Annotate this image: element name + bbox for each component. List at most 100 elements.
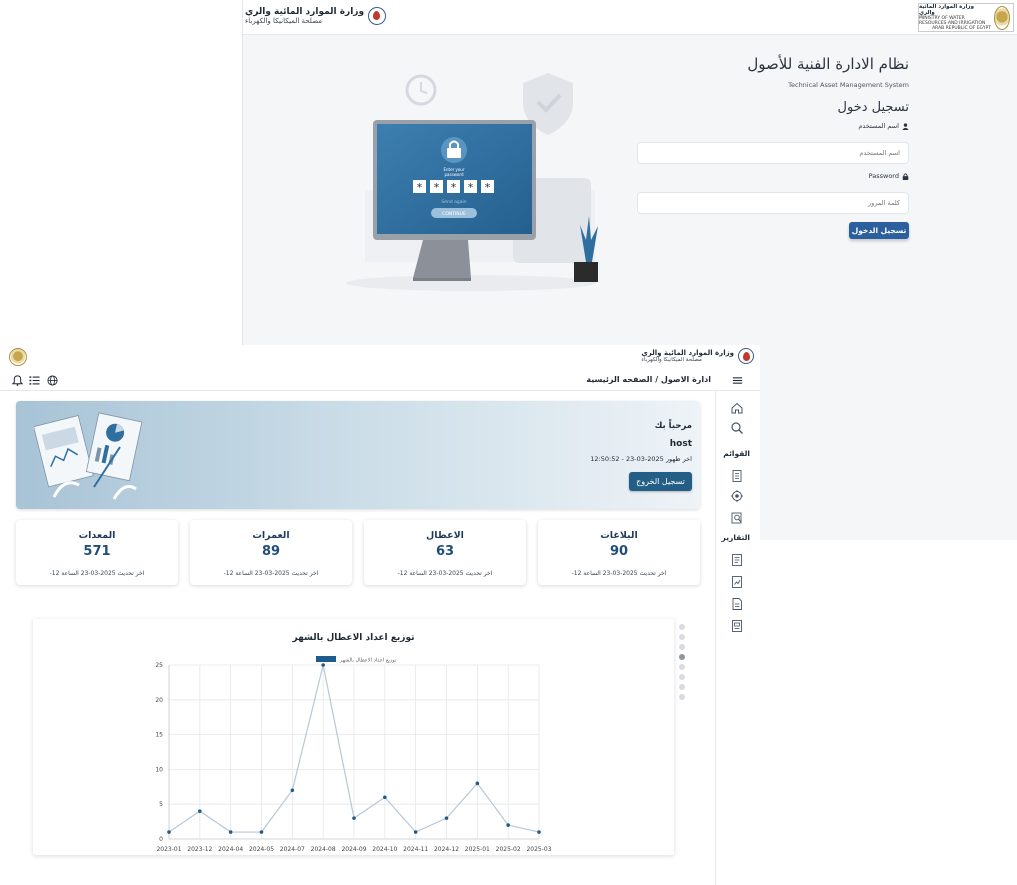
- x-tick-label: 2024-04: [218, 846, 243, 853]
- stat-value: 571: [83, 544, 111, 559]
- sidebar-item-report-1[interactable]: [730, 553, 744, 567]
- data-point: [352, 816, 356, 820]
- menu-toggle-button[interactable]: [730, 373, 744, 387]
- sidebar-item-maintenance[interactable]: [730, 489, 744, 503]
- data-point: [198, 809, 202, 813]
- stat-card-equipment[interactable]: المعدات 571 اخر تحديث 2025-03-23 الساعة …: [16, 520, 178, 585]
- y-tick-label: 5: [159, 801, 163, 808]
- x-tick-label: 2023-12: [187, 846, 212, 853]
- sidebar-item-assets[interactable]: [730, 469, 744, 483]
- data-point: [290, 788, 295, 793]
- y-tick-label: 0: [159, 836, 163, 843]
- faults-chart-card: توزيع اعداد الاعطال بالشهر 0 5 10 15 20 25 202…: [33, 619, 674, 855]
- legend-label: توزيع اعداد الاعطال بالشهر: [339, 658, 397, 664]
- x-tick-label: 2024-12: [434, 846, 459, 853]
- search-icon[interactable]: [730, 421, 744, 435]
- sidebar-item-report-2[interactable]: [730, 575, 744, 589]
- svg-text:password: password: [445, 172, 464, 177]
- masked-char: *: [434, 181, 440, 194]
- stat-title: الاعطال: [426, 530, 464, 541]
- data-point: [475, 781, 480, 786]
- welcome-title: مرحباً بك: [654, 421, 692, 431]
- sidebar-item-report-3[interactable]: [730, 597, 744, 611]
- pager-dot[interactable]: [679, 654, 685, 660]
- x-tick-label: 2025-01: [465, 846, 490, 853]
- pager-dot[interactable]: [679, 634, 685, 640]
- x-tick-label: 2024-11: [403, 846, 428, 853]
- carousel-pager: [679, 624, 685, 704]
- password-input[interactable]: [637, 192, 909, 214]
- login-header: وزارة الموارد المائية والري مصلحة الميكا…: [243, 0, 1017, 35]
- stat-updated: اخر تحديث 2025-03-23 الساعة 12-: [571, 570, 667, 577]
- svg-text:CONTINUE: CONTINUE: [442, 211, 466, 217]
- pager-dot[interactable]: [679, 684, 685, 690]
- data-point: [537, 830, 541, 834]
- sidebar-item-report-4[interactable]: [730, 619, 744, 633]
- org-emblem-icon: [368, 7, 387, 25]
- home-icon[interactable]: [730, 401, 744, 415]
- stat-updated: اخر تحديث 2025-03-23 الساعة 12-: [397, 570, 493, 577]
- x-tick-label: 2024-05: [249, 846, 274, 853]
- sidebar: القوائم التقارير: [715, 391, 760, 885]
- sidebar-item-inspection[interactable]: [730, 511, 744, 525]
- data-point: [444, 816, 449, 820]
- username-label: اسم المستخدم: [858, 122, 909, 130]
- plant-pot: [574, 262, 598, 282]
- stat-card-reports[interactable]: البلاغات 90 اخر تحديث 2025-03-23 الساعة …: [538, 520, 700, 585]
- stat-title: البلاغات: [600, 530, 638, 541]
- faults-line-chart: 0 5 10 15 20 25 2023-01 2023-12 2024-04 2024-05 20…: [155, 656, 552, 853]
- org-emblem-icon: [738, 348, 754, 364]
- data-point: [228, 830, 233, 834]
- pager-dot[interactable]: [679, 624, 685, 630]
- pager-dot[interactable]: [679, 644, 685, 650]
- login-heading: تسجيل دخول: [837, 100, 910, 115]
- svg-text:Send again: Send again: [441, 199, 466, 205]
- legend-swatch: [316, 656, 336, 662]
- sidebar-heading-reports: التقارير: [721, 533, 750, 542]
- stat-card-faults[interactable]: الاعطال 63 اخر تحديث 2025-03-23 الساعة 1…: [364, 520, 526, 585]
- org-logo: وزارة الموارد المائية والري مصلحة الميكا…: [245, 7, 387, 25]
- org-logo: وزارة الموارد المائية والري مصلحة الميكا…: [641, 348, 754, 364]
- data-point: [259, 830, 264, 834]
- list-icon: [28, 375, 40, 385]
- y-tick-label: 10: [155, 766, 163, 773]
- last-seen-text: اخر ظهور 2025-03-23 - 12:50:52: [590, 455, 692, 463]
- notifications-button[interactable]: [10, 373, 24, 387]
- stat-value: 90: [609, 544, 629, 559]
- lock-small-icon: [902, 172, 909, 180]
- egypt-eagle-icon: [994, 5, 1010, 30]
- username-input[interactable]: [637, 142, 909, 164]
- dashboard-topbar: وزارة الموارد المائية والري مصلحة الميكا…: [0, 345, 760, 368]
- analytics-illustration: [34, 412, 143, 500]
- pager-dot[interactable]: [679, 674, 685, 680]
- stat-value: 89: [261, 544, 281, 559]
- stat-card-overhauls[interactable]: العمرات 89 اخر تحديث 2025-03-23 الساعة 1…: [190, 520, 352, 585]
- bell-icon: [11, 374, 23, 386]
- welcome-card: مرحباً بك host اخر ظهور 2025-03-23 - 12:…: [16, 401, 700, 509]
- pager-dot[interactable]: [679, 694, 685, 700]
- masked-char: *: [485, 181, 491, 194]
- x-tick-label: 2025-03: [526, 846, 551, 853]
- stat-title: المعدات: [78, 530, 116, 541]
- masked-char: *: [417, 181, 423, 194]
- org-name: وزارة الموارد المائية والري: [245, 7, 365, 17]
- pager-dot[interactable]: [679, 664, 685, 670]
- user-icon: [902, 122, 909, 130]
- data-point: [167, 830, 171, 834]
- login-illustration: Enter your password * * * * * Send again CON…: [346, 73, 598, 291]
- login-button[interactable]: تسجيل الدخول: [849, 222, 909, 239]
- breadcrumb: ادارة الاصول / الصفحه الرئيسية: [586, 375, 711, 384]
- stat-updated: اخر تحديث 2025-03-23 الساعة 12-: [223, 570, 319, 577]
- logout-button[interactable]: تسجيل الخروج: [629, 472, 692, 491]
- system-subtitle: Technical Asset Management System: [788, 81, 909, 89]
- y-tick-label: 20: [155, 697, 163, 704]
- masked-char: *: [468, 181, 474, 194]
- hamburger-icon: [732, 376, 742, 384]
- stat-title: العمرات: [252, 530, 290, 541]
- list-view-button[interactable]: [27, 373, 41, 387]
- x-tick-label: 2024-09: [341, 846, 366, 853]
- language-button[interactable]: [45, 373, 59, 387]
- welcome-username: host: [669, 439, 692, 449]
- ministry-logo: وزارة الموارد المائية والري MINISTRY OF …: [918, 3, 1014, 32]
- data-point: [413, 830, 418, 834]
